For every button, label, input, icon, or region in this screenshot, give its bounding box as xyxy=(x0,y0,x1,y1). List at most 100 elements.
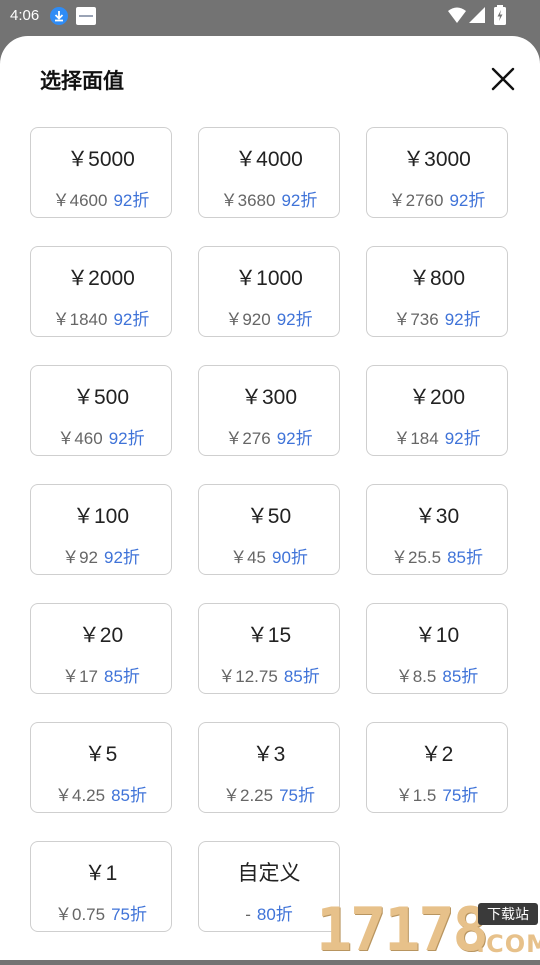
discount-label: 80折 xyxy=(256,905,293,924)
face-value: ￥200 xyxy=(408,386,466,409)
denomination-card[interactable]: ￥3000 ￥2760 92折 xyxy=(366,127,508,218)
discount-label: 92折 xyxy=(108,429,145,448)
face-value: 自定义 xyxy=(237,862,301,885)
discount-label: 92折 xyxy=(276,429,313,448)
face-value: ￥50 xyxy=(246,505,292,528)
denomination-card[interactable]: ￥50 ￥45 90折 xyxy=(198,484,340,575)
price-row: ￥1840 92折 xyxy=(31,305,171,330)
sale-price: ￥17 xyxy=(62,667,98,686)
denomination-card[interactable]: ￥300 ￥276 92折 xyxy=(198,365,340,456)
discount-label: 92折 xyxy=(444,429,481,448)
price-row: ￥184 92折 xyxy=(367,424,507,449)
denomination-card[interactable]: ￥1 ￥0.75 75折 xyxy=(30,841,172,932)
discount-label: 92折 xyxy=(113,191,150,210)
discount-label: 75折 xyxy=(111,905,147,924)
denomination-card[interactable]: ￥30 ￥25.5 85折 xyxy=(366,484,508,575)
price-row: ￥92 92折 xyxy=(31,543,171,568)
close-icon xyxy=(491,67,515,91)
price-row: ￥920 92折 xyxy=(199,305,339,330)
sale-price: ￥0.75 xyxy=(54,905,106,924)
denomination-card[interactable]: ￥3 ￥2.25 75折 xyxy=(198,722,340,813)
sale-price: ￥4600 xyxy=(52,191,108,210)
price-row: ￥45 90折 xyxy=(199,543,339,568)
denomination-card[interactable]: ￥2 ￥1.5 75折 xyxy=(366,722,508,813)
face-value: ￥5 xyxy=(84,743,118,766)
signal-icon xyxy=(469,7,485,23)
face-value: ￥3000 xyxy=(403,148,471,171)
close-button[interactable] xyxy=(486,62,520,96)
price-row: ￥2.25 75折 xyxy=(199,781,339,806)
battery-icon xyxy=(494,5,506,25)
price-row: ￥17 85折 xyxy=(31,662,171,687)
sale-price: ￥1.5 xyxy=(395,786,437,805)
wifi-icon xyxy=(448,7,466,23)
price-row: ￥1.5 75折 xyxy=(367,781,507,806)
discount-label: 92折 xyxy=(276,310,313,329)
price-row: ￥25.5 85折 xyxy=(367,543,507,568)
denomination-card[interactable]: ￥200 ￥184 92折 xyxy=(366,365,508,456)
denomination-card[interactable]: ￥15 ￥12.75 85折 xyxy=(198,603,340,694)
price-row: ￥4600 92折 xyxy=(31,186,171,211)
sale-price: ￥25.5 xyxy=(390,548,442,567)
sheet-title: 选择面值 xyxy=(40,70,124,93)
denomination-card[interactable]: ￥4000 ￥3680 92折 xyxy=(198,127,340,218)
denomination-card[interactable]: ￥500 ￥460 92折 xyxy=(30,365,172,456)
denomination-card[interactable]: ￥2000 ￥1840 92折 xyxy=(30,246,172,337)
watermark-badge: 下载站 xyxy=(478,903,538,925)
discount-label: 85折 xyxy=(104,667,140,686)
face-value: ￥1000 xyxy=(235,267,303,290)
discount-label: 92折 xyxy=(449,191,486,210)
discount-label: 92折 xyxy=(113,310,150,329)
sale-price: ￥1840 xyxy=(52,310,108,329)
sale-price: ￥2760 xyxy=(388,191,444,210)
price-row: ￥12.75 85折 xyxy=(199,662,339,687)
face-value: ￥15 xyxy=(246,624,292,647)
discount-label: 92折 xyxy=(104,548,140,567)
price-row: ￥460 92折 xyxy=(31,424,171,449)
denomination-card[interactable]: ￥5000 ￥4600 92折 xyxy=(30,127,172,218)
face-value: ￥3 xyxy=(252,743,286,766)
discount-label: 75折 xyxy=(279,786,315,805)
sale-price: ￥8.5 xyxy=(395,667,437,686)
status-time: 4:06 xyxy=(10,7,40,24)
discount-label: 92折 xyxy=(444,310,481,329)
discount-label: 85折 xyxy=(447,548,483,567)
sale-price: ￥920 xyxy=(225,310,271,329)
discount-label: 85折 xyxy=(111,786,147,805)
face-value: ￥20 xyxy=(78,624,124,647)
price-row: ￥2760 92折 xyxy=(367,186,507,211)
denomination-card[interactable]: ￥20 ￥17 85折 xyxy=(30,603,172,694)
sale-price: ￥276 xyxy=(225,429,271,448)
denomination-card[interactable]: ￥1000 ￥920 92折 xyxy=(198,246,340,337)
face-value: ￥4000 xyxy=(235,148,303,171)
price-row: ￥3680 92折 xyxy=(199,186,339,211)
sale-price: - xyxy=(245,905,251,924)
face-value: ￥500 xyxy=(72,386,130,409)
denomination-card[interactable]: ￥5 ￥4.25 85折 xyxy=(30,722,172,813)
download-icon xyxy=(50,7,68,25)
face-value: ￥300 xyxy=(240,386,298,409)
watermark-digits: 17178 xyxy=(316,895,489,965)
sale-price: ￥736 xyxy=(393,310,439,329)
denomination-card[interactable]: ￥100 ￥92 92折 xyxy=(30,484,172,575)
watermark-suffix: .COM xyxy=(476,930,540,958)
discount-label: 75折 xyxy=(442,786,479,805)
price-row: ￥0.75 75折 xyxy=(31,900,171,925)
sale-price: ￥92 xyxy=(62,548,98,567)
sale-price: ￥45 xyxy=(230,548,266,567)
price-row: ￥736 92折 xyxy=(367,305,507,330)
watermark-logo: 17178 下载站 .COM xyxy=(316,900,540,960)
face-value: ￥2 xyxy=(420,743,454,766)
face-value: ￥100 xyxy=(72,505,130,528)
discount-label: 92折 xyxy=(281,191,318,210)
face-value: ￥30 xyxy=(414,505,460,528)
denomination-card[interactable]: ￥10 ￥8.5 85折 xyxy=(366,603,508,694)
sale-price: ￥4.25 xyxy=(54,786,106,805)
price-row: ￥8.5 85折 xyxy=(367,662,507,687)
image-icon xyxy=(76,7,96,25)
sale-price: ￥12.75 xyxy=(218,667,278,686)
discount-label: 90折 xyxy=(272,548,308,567)
denomination-card[interactable]: ￥800 ￥736 92折 xyxy=(366,246,508,337)
price-row: ￥276 92折 xyxy=(199,424,339,449)
sale-price: ￥460 xyxy=(57,429,103,448)
